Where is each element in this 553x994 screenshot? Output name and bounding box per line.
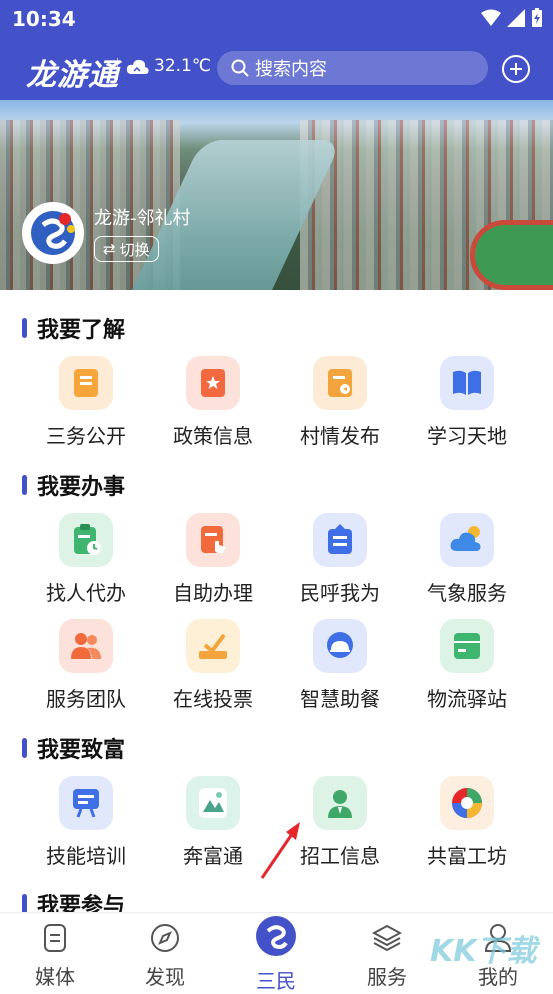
banner-sports-field [470, 220, 553, 290]
grid-item-label: 村情发布 [300, 424, 380, 448]
mailbox-icon [313, 513, 367, 567]
grid-item-study[interactable]: 学习天地 [407, 356, 527, 449]
book-icon [440, 356, 494, 410]
switch-village-button[interactable]: ⇄ 切换 [94, 236, 159, 262]
watermark: KK下载 [430, 934, 537, 969]
app-header: 龙游通 32.1℃ 搜索内容 [0, 38, 553, 100]
status-time: 10:34 [12, 7, 76, 31]
status-bar: 10:34 [0, 0, 553, 38]
battery-icon [532, 8, 542, 27]
search-bar[interactable]: 搜索内容 [217, 51, 488, 85]
header-divider [117, 58, 118, 80]
weather-icon [440, 513, 494, 567]
village-logo[interactable] [22, 202, 84, 264]
switch-icon: ⇄ [103, 240, 116, 258]
grid-item-label: 气象服务 [427, 581, 507, 605]
section-title-prosper: 我要致富 [22, 732, 125, 764]
app-logo: 龙游通 [26, 58, 119, 93]
grid-item-village-news[interactable]: 村情发布 [280, 356, 400, 449]
grid-item-label: 物流驿站 [427, 687, 507, 711]
benfutong-logo-icon [186, 776, 240, 830]
banner-image: 龙游-邻礼村 ⇄ 切换 [0, 100, 553, 290]
package-icon [440, 619, 494, 673]
grid-item-sanwu[interactable]: 三务公开 [26, 356, 146, 449]
signal-icon [507, 9, 525, 27]
grid-item-mintong[interactable]: 民呼我为 [280, 513, 400, 606]
grid-item-label: 技能培训 [46, 844, 126, 868]
tab-label: 服务 [367, 965, 407, 989]
village-logo-icon [31, 211, 75, 255]
tab-sanmin[interactable]: 三民 [221, 913, 331, 994]
grid-item-label: 自助办理 [173, 581, 253, 605]
grid-item-label: 智慧助餐 [300, 687, 380, 711]
section-title-text: 我要致富 [37, 738, 126, 763]
grid-item-skill-training[interactable]: 技能培训 [26, 776, 146, 869]
grid-item-self-service[interactable]: 自助办理 [153, 513, 273, 606]
sanmin-logo-icon [256, 916, 296, 956]
document-icon [59, 356, 113, 410]
clipboard-clock-icon [59, 513, 113, 567]
media-icon [44, 924, 66, 952]
section-title-text: 我要了解 [37, 318, 126, 343]
hand-doc-icon [186, 513, 240, 567]
tab-service[interactable]: 服务 [332, 913, 442, 990]
grid-item-label: 在线投票 [173, 687, 253, 711]
grid-item-gongfu-workshop[interactable]: 共富工坊 [407, 776, 527, 869]
tab-label: 三民 [256, 969, 296, 993]
add-button[interactable] [502, 55, 530, 83]
search-icon [231, 59, 249, 77]
compass-icon [151, 924, 179, 952]
grid-item-weather[interactable]: 气象服务 [407, 513, 527, 606]
village-name: 龙游-邻礼村 [94, 208, 191, 229]
wifi-icon [481, 9, 501, 26]
weather-widget[interactable]: 32.1℃ [126, 56, 211, 76]
training-board-icon [59, 776, 113, 830]
layers-icon [371, 924, 403, 952]
worker-icon [313, 776, 367, 830]
grid-item-benfutong[interactable]: 奔富通 [153, 776, 273, 869]
section-title-understand: 我要了解 [22, 312, 125, 344]
grid-item-vote[interactable]: 在线投票 [153, 619, 273, 712]
switch-label: 切换 [119, 240, 150, 259]
section-marker [22, 738, 27, 758]
grid-item-label: 找人代办 [46, 581, 126, 605]
annotation-arrow [260, 822, 300, 879]
grid-item-label: 共富工坊 [427, 844, 507, 868]
grid-item-label: 学习天地 [427, 424, 507, 448]
gongfu-logo-icon [440, 776, 494, 830]
tab-label: 发现 [145, 965, 185, 989]
tab-label: 媒体 [35, 965, 75, 989]
grid-item-label: 民呼我为 [300, 581, 380, 605]
star-doc-icon [186, 356, 240, 410]
section-marker [22, 318, 27, 338]
grid-item-label: 奔富通 [183, 844, 243, 868]
section-marker [22, 894, 27, 914]
grid-item-policy[interactable]: 政策信息 [153, 356, 273, 449]
dining-icon [313, 619, 367, 673]
section-title-text: 我要办事 [37, 475, 126, 500]
grid-item-label: 政策信息 [173, 424, 253, 448]
grid-item-logistics[interactable]: 物流驿站 [407, 619, 527, 712]
search-placeholder: 搜索内容 [255, 59, 327, 80]
grid-item-label: 三务公开 [46, 424, 126, 448]
grid-item-proxy[interactable]: 找人代办 [26, 513, 146, 606]
section-title-affairs: 我要办事 [22, 469, 125, 501]
cloud-sun-icon [126, 59, 149, 74]
section-marker [22, 475, 27, 495]
grid-item-service-team[interactable]: 服务团队 [26, 619, 146, 712]
temperature: 32.1℃ [154, 56, 211, 76]
grid-item-smart-dining[interactable]: 智慧助餐 [280, 619, 400, 712]
team-icon [59, 619, 113, 673]
grid-item-label: 服务团队 [46, 687, 126, 711]
tab-media[interactable]: 媒体 [0, 913, 110, 990]
vote-icon [186, 619, 240, 673]
tab-discover[interactable]: 发现 [110, 913, 220, 990]
announce-doc-icon [313, 356, 367, 410]
status-icons [481, 8, 543, 28]
